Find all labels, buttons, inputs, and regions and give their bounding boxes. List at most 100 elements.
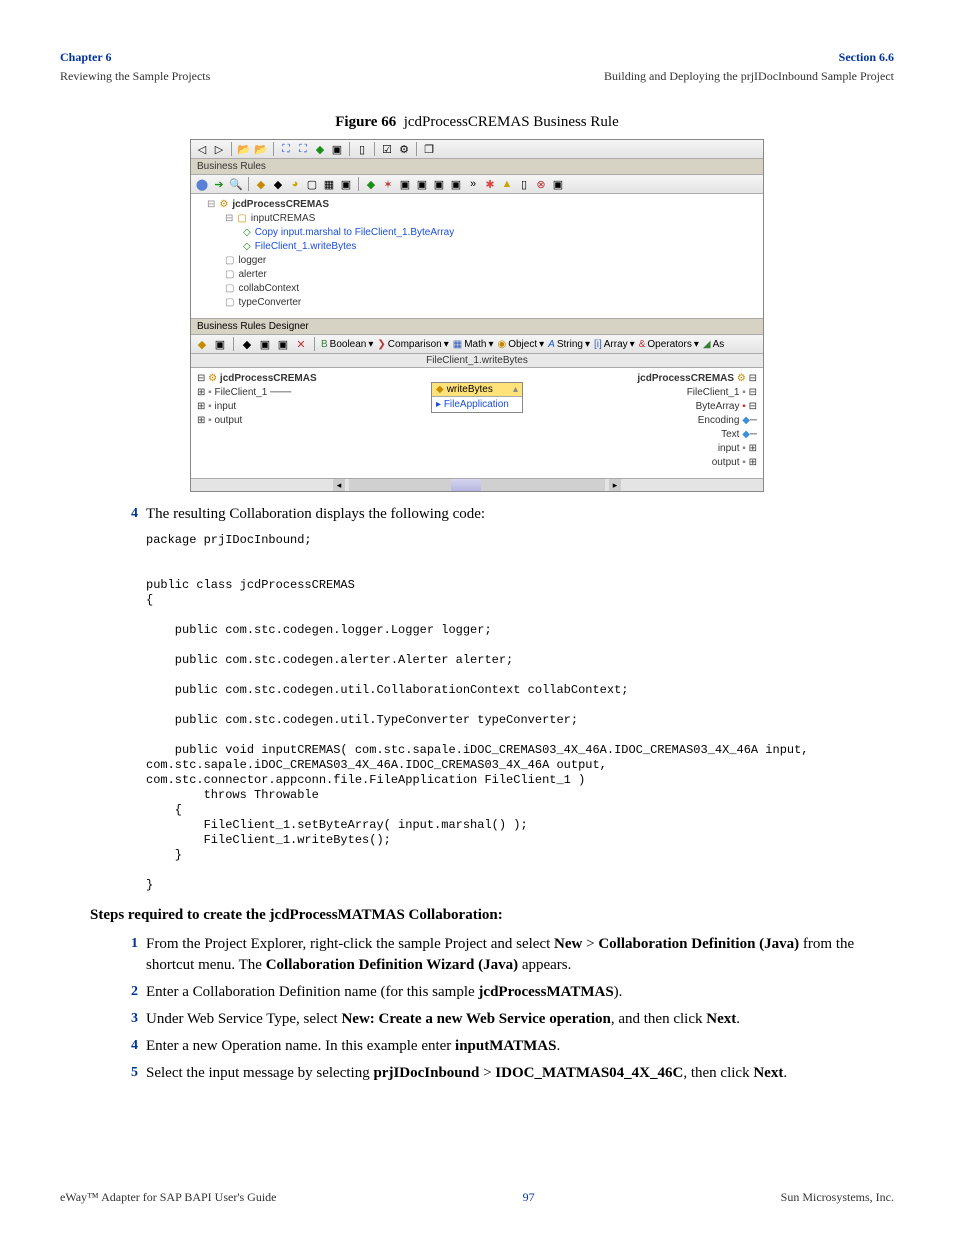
gear-icon[interactable]: ⚙ [397,142,411,156]
section-subtitle: Building and Deploying the prjIDocInboun… [604,69,894,84]
right-item-ba[interactable]: ByteArray ▪ ⊟ [617,400,757,414]
left-item-input[interactable]: ⊞ ▪ input [197,400,337,414]
boolean-menu[interactable]: BBoolean ▾ [321,339,373,350]
canvas-right-tree: jcdProcessCREMAS ⚙ ⊟ FileClient_1 ▪ ⊟ By… [611,368,763,478]
page-header-sub: Reviewing the Sample Projects Building a… [60,69,894,84]
step-number: 4 [116,1036,146,1057]
scroll-thumb[interactable] [451,479,481,491]
scroll-right-icon[interactable]: ▸ [609,479,621,491]
nav-back-icon[interactable]: ◁ [195,142,209,156]
nav-fwd-icon[interactable]: ▷ [212,142,226,156]
check-icon[interactable]: ☑ [380,142,394,156]
canvas-left-tree: ⊟ ⚙ jcdProcessCREMAS ⊞ ▪ FileClient_1 ──… [191,368,343,478]
step-number: 4 [116,504,146,525]
tool-p-icon[interactable]: ▯ [517,177,531,191]
tree-logger[interactable]: ▢logger [199,254,755,268]
chapter-subtitle: Reviewing the Sample Projects [60,69,210,84]
step-number: 3 [116,1009,146,1030]
step-3: 3 Under Web Service Type, select New: Cr… [116,1009,894,1030]
tool-h-icon[interactable]: ✶ [381,177,395,191]
right-item-input[interactable]: input ▪ ⊞ [617,442,757,456]
tree-rule-copy[interactable]: ◇Copy input.marshal to FileClient_1.Byte… [199,226,755,240]
right-item-fc[interactable]: FileClient_1 ▪ ⊟ [617,386,757,400]
method-node-body: ▸ FileApplication [432,397,522,412]
tree-method[interactable]: ⊟▢inputCREMAS [199,212,755,226]
tool-l-icon[interactable]: ▣ [449,177,463,191]
object-menu[interactable]: ◉Object ▾ [497,339,544,350]
figure-title: jcdProcessCREMAS Business Rule [404,114,619,130]
method-node[interactable]: ◆writeBytes▴ ▸ FileApplication [431,382,523,413]
diamond-icon[interactable]: ◆ [313,142,327,156]
tool-g-icon[interactable]: ◆ [364,177,378,191]
tool-m-icon[interactable]: » [466,177,480,191]
tree-typeconv[interactable]: ▢typeConverter [199,296,755,310]
right-item-root[interactable]: jcdProcessCREMAS ⚙ ⊟ [617,372,757,386]
tool-i-icon[interactable]: ▣ [398,177,412,191]
right-item-output[interactable]: output ▪ ⊞ [617,456,757,470]
scroll-track[interactable] [349,479,605,491]
tool-k-icon[interactable]: ▣ [432,177,446,191]
tool-j-icon[interactable]: ▣ [415,177,429,191]
math-menu[interactable]: ▦Math ▾ [453,339,494,350]
chapter-label: Chapter 6 [60,50,111,65]
collapse-icon[interactable]: ⛶ [296,142,310,156]
code-listing: package prjIDocInbound; public class jcd… [146,533,894,893]
step-text: Enter a new Operation name. In this exam… [146,1036,894,1057]
right-item-enc[interactable]: Encoding ◆─ [617,414,757,428]
tool-f-icon[interactable]: ▣ [339,177,353,191]
arrow-icon[interactable]: ➔ [212,177,226,191]
array-menu[interactable]: [i]Array ▾ [594,339,635,350]
step-2: 2 Enter a Collaboration Definition name … [116,982,894,1003]
delete-icon[interactable]: ✕ [294,337,308,351]
page-header: Chapter 6 Section 6.6 [60,50,894,65]
left-item-output[interactable]: ⊞ ▪ output [197,414,337,428]
operators-menu[interactable]: &Operators ▾ [639,339,699,350]
dt-e-icon[interactable]: ▣ [276,337,290,351]
step-5: 5 Select the input message by selecting … [116,1063,894,1084]
tree-alerter[interactable]: ▢alerter [199,268,755,282]
open-icon[interactable]: 📂 [237,142,251,156]
step-1: 1 From the Project Explorer, right-click… [116,934,894,976]
step-text: The resulting Collaboration displays the… [146,504,894,525]
left-item-fc[interactable]: ⊞ ▪ FileClient_1 ─── [197,386,337,400]
rules-tree: ⊟⚙jcdProcessCREMAS ⊟▢inputCREMAS ◇Copy i… [191,194,763,319]
tool-r-icon[interactable]: ▣ [551,177,565,191]
main-toolbar: ◁ ▷ 📂 📂 ⛶ ⛶ ◆ ▣ ▯ ☑ ⚙ ❐ [191,140,763,159]
tree-rule-write[interactable]: ◇FileClient_1.writeBytes [199,240,755,254]
dt-a-icon[interactable]: ◆ [195,337,209,351]
doc-icon[interactable]: ▯ [355,142,369,156]
open2-icon[interactable]: 📂 [254,142,268,156]
tree-collab[interactable]: ▢collabContext [199,282,755,296]
tool-o-icon[interactable]: ▲ [500,177,514,191]
left-item-root[interactable]: ⊟ ⚙ jcdProcessCREMAS [197,372,337,386]
tree-root[interactable]: ⊟⚙jcdProcessCREMAS [199,198,755,212]
param-icon[interactable]: ⬤ [195,177,209,191]
horizontal-scrollbar[interactable]: ◂ ▸ [191,478,763,491]
tool-c-icon[interactable]: ◕ [288,177,302,191]
dt-d-icon[interactable]: ▣ [258,337,272,351]
step-4-intro: 4 The resulting Collaboration displays t… [116,504,894,525]
tool-d-icon[interactable]: ▢ [305,177,319,191]
tool-n-icon[interactable]: ✱ [483,177,497,191]
dt-b-icon[interactable]: ▣ [213,337,227,351]
tool-b-icon[interactable]: ◆ [271,177,285,191]
expand-icon[interactable]: ⛶ [279,142,293,156]
string-menu[interactable]: AString ▾ [548,339,590,350]
subheading: Steps required to create the jcdProcessM… [90,907,894,924]
copy-icon[interactable]: ❐ [422,142,436,156]
block-icon[interactable]: ▣ [330,142,344,156]
scroll-left-icon[interactable]: ◂ [333,479,345,491]
as-menu[interactable]: ◢As [703,339,724,350]
tool-a-icon[interactable]: ◆ [254,177,268,191]
step-number: 5 [116,1063,146,1084]
tool-e-icon[interactable]: ▦ [322,177,336,191]
step-text: From the Project Explorer, right-click t… [146,934,894,976]
dt-c-icon[interactable]: ◆ [240,337,254,351]
search-icon[interactable]: 🔍 [229,177,243,191]
tool-q-icon[interactable]: ⊗ [534,177,548,191]
page: Chapter 6 Section 6.6 Reviewing the Samp… [0,0,954,1235]
right-item-text[interactable]: Text ◆─ [617,428,757,442]
comparison-menu[interactable]: ❯Comparison ▾ [377,339,448,350]
figure-caption: Figure 66 jcdProcessCREMAS Business Rule [60,114,894,131]
app-screenshot: ◁ ▷ 📂 📂 ⛶ ⛶ ◆ ▣ ▯ ☑ ⚙ ❐ Business Rules ⬤… [190,139,764,492]
